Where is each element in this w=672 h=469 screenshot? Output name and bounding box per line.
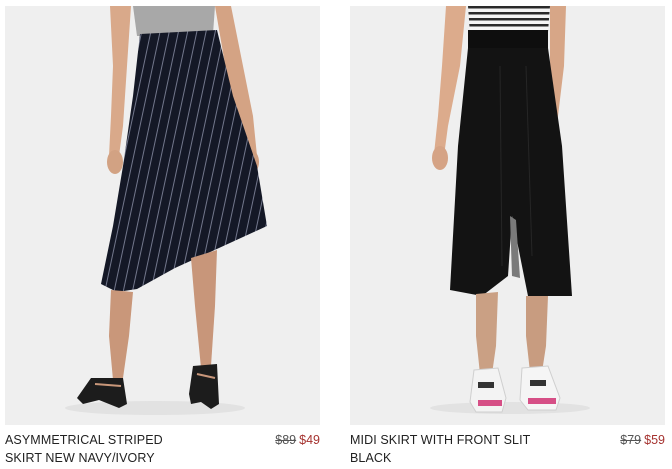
product-name[interactable]: MIDI SKIRT WITH FRONT SLIT BLACK — [350, 431, 540, 467]
model-wearing-black-midi-skirt-illustration — [430, 6, 590, 414]
product-info: MIDI SKIRT WITH FRONT SLIT BLACK $79 $59 — [350, 431, 665, 467]
sale-price: $59 — [644, 433, 665, 447]
product-card-asymmetrical-striped-skirt[interactable]: ASYMMETRICAL STRIPED SKIRT NEW NAVY/IVOR… — [5, 6, 320, 467]
product-prices: $79 $59 — [620, 431, 665, 449]
original-price: $79 — [620, 433, 642, 447]
product-image[interactable] — [5, 6, 320, 425]
sale-price: $49 — [299, 433, 320, 447]
model-wearing-striped-skirt-illustration — [65, 6, 267, 415]
product-image[interactable] — [350, 6, 665, 425]
product-prices: $89 $49 — [275, 431, 320, 449]
product-name[interactable]: ASYMMETRICAL STRIPED SKIRT NEW NAVY/IVOR… — [5, 431, 195, 467]
original-price: $89 — [275, 433, 297, 447]
product-info: ASYMMETRICAL STRIPED SKIRT NEW NAVY/IVOR… — [5, 431, 320, 467]
product-card-midi-skirt-front-slit[interactable]: MIDI SKIRT WITH FRONT SLIT BLACK $79 $59 — [350, 6, 665, 467]
